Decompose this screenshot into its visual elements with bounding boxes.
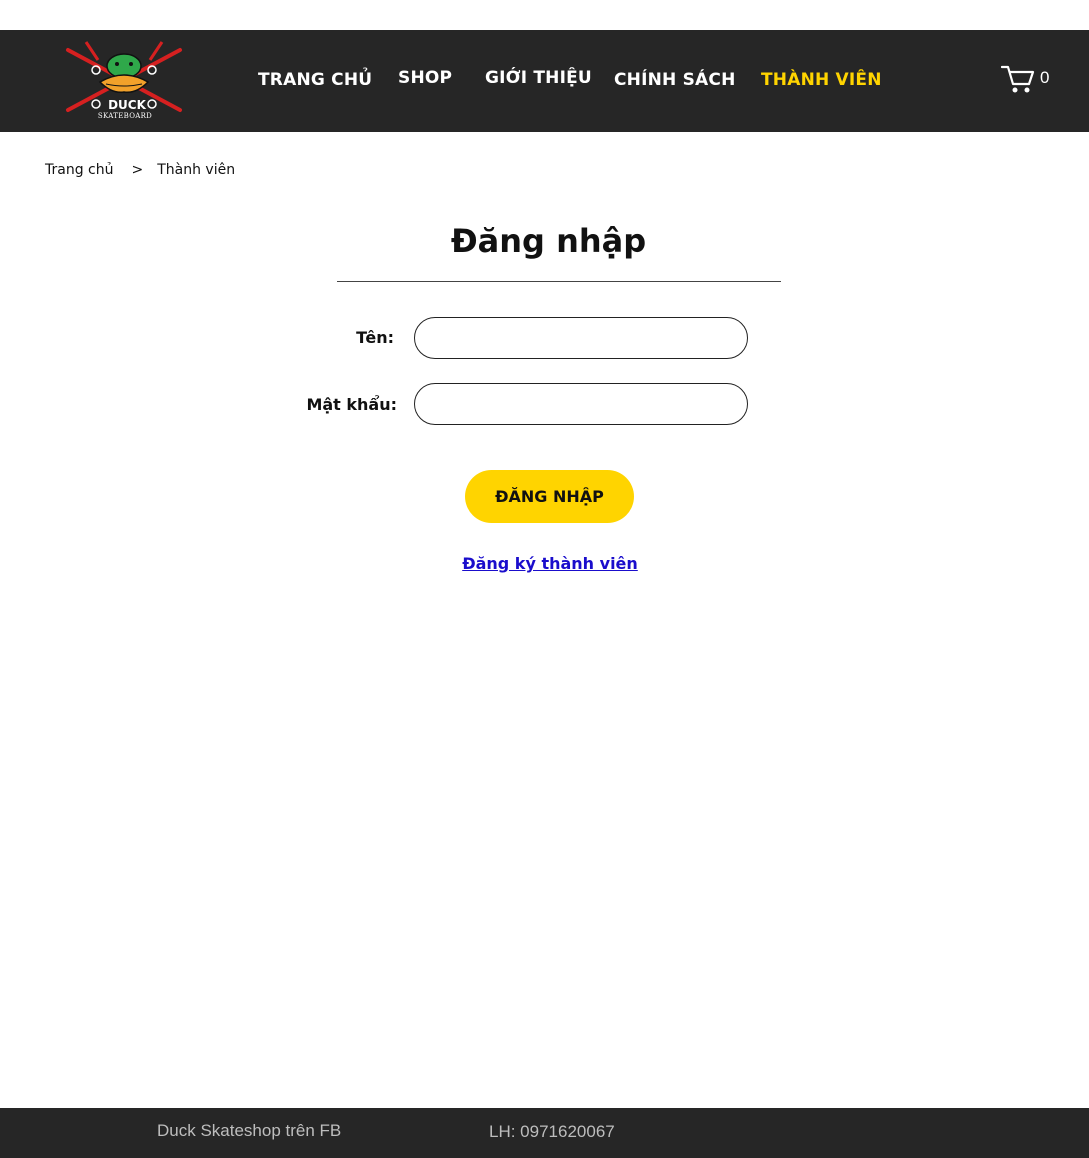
title-divider: [337, 281, 781, 282]
nav-item-shop[interactable]: SHOP: [398, 68, 452, 88]
register-link[interactable]: Đăng ký thành viên: [0, 554, 1089, 573]
breadcrumb-current: Thành viên: [157, 162, 236, 178]
page-title: Đăng nhập: [450, 222, 647, 260]
footer: Duck Skateshop trên FB LH: 0971620067: [0, 1108, 1089, 1158]
login-button[interactable]: ĐĂNG NHẬP: [465, 470, 634, 523]
name-label: Tên:: [356, 328, 394, 347]
password-label: Mật khẩu:: [306, 395, 397, 414]
nav-item-about[interactable]: GIỚI THIỆU: [485, 68, 592, 88]
logo-subtext: SKATEBOARD: [97, 112, 153, 120]
nav-item-member[interactable]: THÀNH VIÊN: [761, 70, 882, 90]
top-strip: [0, 0, 1089, 30]
navbar: DUCK SKATEBOARD TRANG CHỦ SHOP GIỚI THIỆ…: [0, 30, 1089, 132]
cart-count: 0: [1040, 68, 1050, 87]
password-input[interactable]: [414, 383, 748, 425]
breadcrumb-home[interactable]: Trang chủ: [45, 162, 113, 178]
facebook-link[interactable]: Duck Skateshop trên FB: [157, 1121, 341, 1141]
phone-contact: LH: 0971620067: [489, 1122, 615, 1141]
breadcrumb: Trang chủ > Thành viên: [45, 162, 235, 178]
breadcrumb-separator: >: [131, 162, 144, 178]
shopping-cart-icon: [1001, 65, 1035, 93]
nav-item-policy[interactable]: CHÍNH SÁCH: [614, 70, 736, 90]
cart-icon[interactable]: [1001, 64, 1035, 94]
logo-text: DUCK: [108, 98, 146, 112]
nav-item-home[interactable]: TRANG CHỦ: [258, 70, 372, 90]
name-input[interactable]: [414, 317, 748, 359]
logo[interactable]: DUCK SKATEBOARD: [58, 40, 190, 124]
